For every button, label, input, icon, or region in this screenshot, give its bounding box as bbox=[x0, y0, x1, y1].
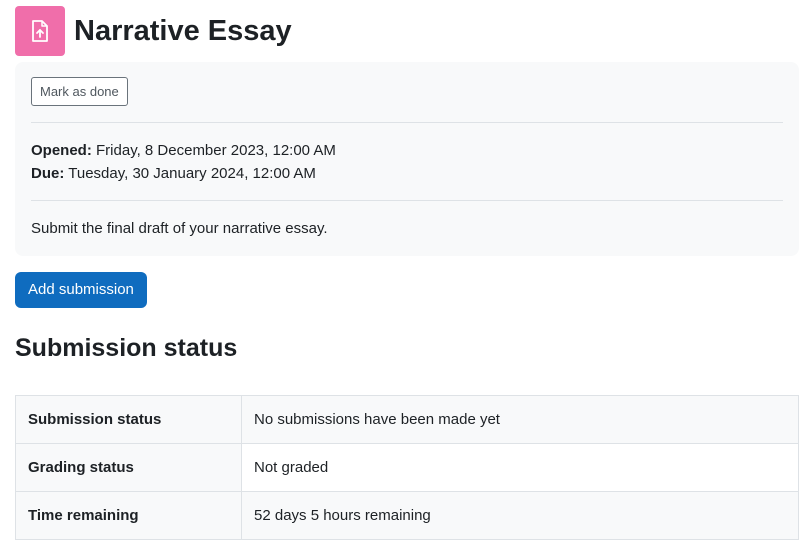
row-value: 52 days 5 hours remaining bbox=[241, 491, 799, 540]
assignment-upload-icon bbox=[15, 6, 65, 56]
submission-status-table: Submission status No submissions have be… bbox=[15, 395, 799, 540]
activity-info-panel: Mark as done Opened: Friday, 8 December … bbox=[15, 62, 799, 256]
due-label: Due: bbox=[31, 165, 65, 182]
page-header: Narrative Essay bbox=[15, 6, 292, 56]
page-title: Narrative Essay bbox=[74, 15, 292, 47]
divider bbox=[31, 122, 783, 123]
submission-status-heading: Submission status bbox=[15, 334, 238, 362]
row-value: No submissions have been made yet bbox=[241, 395, 799, 444]
due-value: Tuesday, 30 January 2024, 12:00 AM bbox=[68, 165, 316, 182]
row-label: Submission status bbox=[15, 395, 242, 444]
table-row: Grading status Not graded bbox=[15, 443, 799, 492]
opened-value: Friday, 8 December 2023, 12:00 AM bbox=[96, 142, 336, 159]
table-row: Time remaining 52 days 5 hours remaining bbox=[15, 491, 799, 540]
opened-label: Opened: bbox=[31, 142, 92, 159]
add-submission-button[interactable]: Add submission bbox=[15, 272, 147, 308]
row-value: Not graded bbox=[241, 443, 799, 492]
divider bbox=[31, 200, 783, 201]
opened-date: Opened: Friday, 8 December 2023, 12:00 A… bbox=[31, 141, 336, 161]
row-label: Grading status bbox=[15, 443, 242, 492]
table-row: Submission status No submissions have be… bbox=[15, 395, 799, 444]
due-date: Due: Tuesday, 30 January 2024, 12:00 AM bbox=[31, 164, 316, 184]
assignment-description: Submit the final draft of your narrative… bbox=[31, 220, 328, 237]
mark-as-done-button[interactable]: Mark as done bbox=[31, 77, 128, 106]
row-label: Time remaining bbox=[15, 491, 242, 540]
